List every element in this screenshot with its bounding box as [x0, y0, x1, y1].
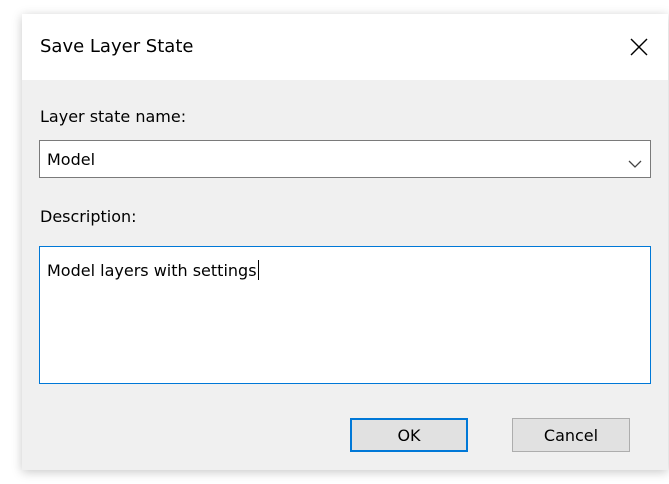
chevron-down-icon[interactable] [628, 154, 642, 168]
layer-state-name-value[interactable]: Model [47, 150, 95, 169]
save-layer-state-dialog: Save Layer State Layer state name: Model… [22, 14, 668, 470]
close-button[interactable] [610, 14, 668, 80]
layer-state-name-label: Layer state name: [40, 107, 187, 126]
description-label: Description: [40, 207, 137, 226]
description-value: Model layers with settings [47, 261, 257, 280]
page: Save Layer State Layer state name: Model… [0, 0, 669, 484]
cancel-button[interactable]: Cancel [512, 418, 630, 452]
title-bar: Save Layer State [22, 14, 668, 80]
ok-button[interactable]: OK [350, 418, 468, 452]
close-icon [630, 38, 648, 56]
description-text[interactable]: Model layers with settings [47, 260, 259, 280]
text-caret [257, 260, 259, 280]
layer-state-name-combobox[interactable]: Model [39, 140, 651, 178]
dialog-title: Save Layer State [40, 36, 194, 57]
description-textarea[interactable]: Model layers with settings [39, 246, 651, 384]
